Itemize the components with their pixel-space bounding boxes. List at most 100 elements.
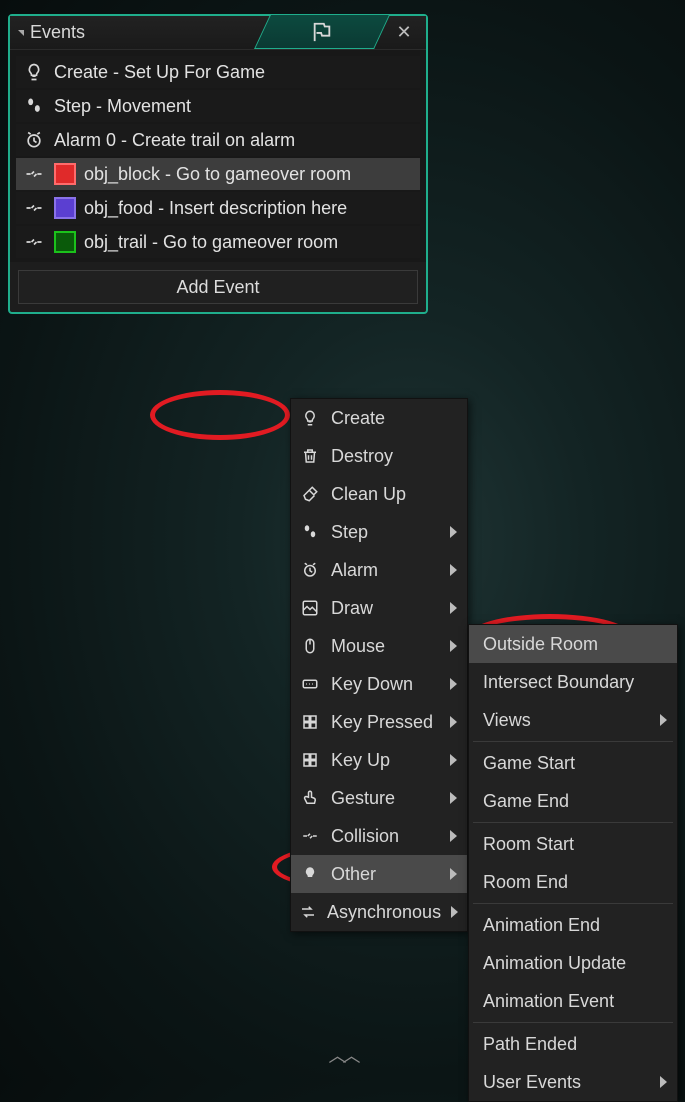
submenu-item-label: Animation End [483,915,600,936]
step-icon [299,521,321,543]
submenu-item-animation-end[interactable]: Animation End [469,906,677,944]
submenu-item-animation-event[interactable]: Animation Event [469,982,677,1020]
highlight-oval [150,390,290,440]
menu-item-gesture[interactable]: Gesture [291,779,467,817]
menu-item-key-down[interactable]: Key Down [291,665,467,703]
menu-item-collision[interactable]: Collision [291,817,467,855]
chevron-right-icon [450,868,457,880]
collapse-triangle-icon[interactable] [18,30,24,36]
destroy-icon [299,445,321,467]
menu-item-create[interactable]: Create [291,399,467,437]
chevron-right-icon [450,830,457,842]
alarm-clock-icon [22,128,46,152]
panel-header: Events ✕ [10,16,426,50]
collision-icon [22,196,46,220]
add-event-label: Add Event [176,277,259,298]
chevron-right-icon [660,1076,667,1088]
menu-item-label: Step [331,522,368,543]
expand-chevrons-icon[interactable]: ︿︿ [329,1042,357,1068]
event-row[interactable]: Alarm 0 - Create trail on alarm [16,124,420,156]
events-panel: Events ✕ Create - Set Up For Game Step -… [8,14,428,314]
event-row[interactable]: obj_food - Insert description here [16,192,420,224]
submenu-item-intersect-boundary[interactable]: Intersect Boundary [469,663,677,701]
submenu-item-outside-room[interactable]: Outside Room [469,625,677,663]
menu-item-label: Alarm [331,560,378,581]
submenu-item-room-end[interactable]: Room End [469,863,677,901]
submenu-item-label: Game End [483,791,569,812]
event-label: obj_block - Go to gameover room [84,164,351,185]
chevron-right-icon [450,602,457,614]
submenu-item-label: Animation Update [483,953,626,974]
submenu-item-path-ended[interactable]: Path Ended [469,1025,677,1063]
bulb-icon [22,60,46,84]
collision-icon [299,825,321,847]
event-label: obj_trail - Go to gameover room [84,232,338,253]
event-label: Create - Set Up For Game [54,62,265,83]
steps-icon [22,94,46,118]
event-row[interactable]: obj_block - Go to gameover room [16,158,420,190]
submenu-item-game-end[interactable]: Game End [469,782,677,820]
menu-item-destroy[interactable]: Destroy [291,437,467,475]
event-row[interactable]: Step - Movement [16,90,420,122]
menu-item-alarm[interactable]: Alarm [291,551,467,589]
menu-item-step[interactable]: Step [291,513,467,551]
menu-item-key-pressed[interactable]: Key Pressed [291,703,467,741]
menu-item-clean-up[interactable]: Clean Up [291,475,467,513]
chevron-right-icon [450,678,457,690]
menu-separator [473,822,673,823]
collision-icon [22,230,46,254]
chevron-right-icon [450,716,457,728]
chevron-right-icon [660,714,667,726]
menu-separator [473,903,673,904]
submenu-item-label: Room End [483,872,568,893]
menu-item-other[interactable]: Other [291,855,467,893]
menu-item-key-up[interactable]: Key Up [291,741,467,779]
chevron-right-icon [451,906,458,918]
add-event-menu: Create Destroy Clean Up Step Alarm Draw Mouse K… [290,398,468,932]
asynchronous-icon [299,901,317,923]
submenu-item-label: Room Start [483,834,574,855]
gesture-icon [299,787,321,809]
draw-icon [299,597,321,619]
color-swatch [54,231,76,253]
submenu-item-room-start[interactable]: Room Start [469,825,677,863]
mouse-icon [299,635,321,657]
color-swatch [54,197,76,219]
flag-icon [311,21,333,43]
menu-item-label: Collision [331,826,399,847]
menu-item-label: Key Pressed [331,712,433,733]
header-tab[interactable] [254,15,390,49]
key-down-icon [299,673,321,695]
event-row[interactable]: obj_trail - Go to gameover room [16,226,420,258]
menu-item-draw[interactable]: Draw [291,589,467,627]
submenu-item-animation-update[interactable]: Animation Update [469,944,677,982]
menu-item-label: Asynchronous [327,902,441,923]
menu-item-label: Other [331,864,376,885]
submenu-item-label: Intersect Boundary [483,672,634,693]
event-row[interactable]: Create - Set Up For Game [16,56,420,88]
menu-item-mouse[interactable]: Mouse [291,627,467,665]
menu-item-label: Destroy [331,446,393,467]
submenu-item-views[interactable]: Views [469,701,677,739]
collision-icon [22,162,46,186]
add-event-button[interactable]: Add Event [18,270,418,304]
menu-item-label: Create [331,408,385,429]
chevron-right-icon [450,754,457,766]
submenu-item-game-start[interactable]: Game Start [469,744,677,782]
clean-up-icon [299,483,321,505]
submenu-item-label: Animation Event [483,991,614,1012]
other-icon [299,863,321,885]
menu-item-asynchronous[interactable]: Asynchronous [291,893,467,931]
menu-item-label: Mouse [331,636,385,657]
submenu-item-label: Path Ended [483,1034,577,1055]
menu-item-label: Clean Up [331,484,406,505]
key-up-icon [299,749,321,771]
submenu-item-label: Game Start [483,753,575,774]
chevron-right-icon [450,526,457,538]
close-icon[interactable]: ✕ [392,20,416,44]
menu-item-label: Gesture [331,788,395,809]
submenu-item-user-events[interactable]: User Events [469,1063,677,1101]
menu-item-label: Key Up [331,750,390,771]
chevron-right-icon [450,640,457,652]
key-pressed-icon [299,711,321,733]
